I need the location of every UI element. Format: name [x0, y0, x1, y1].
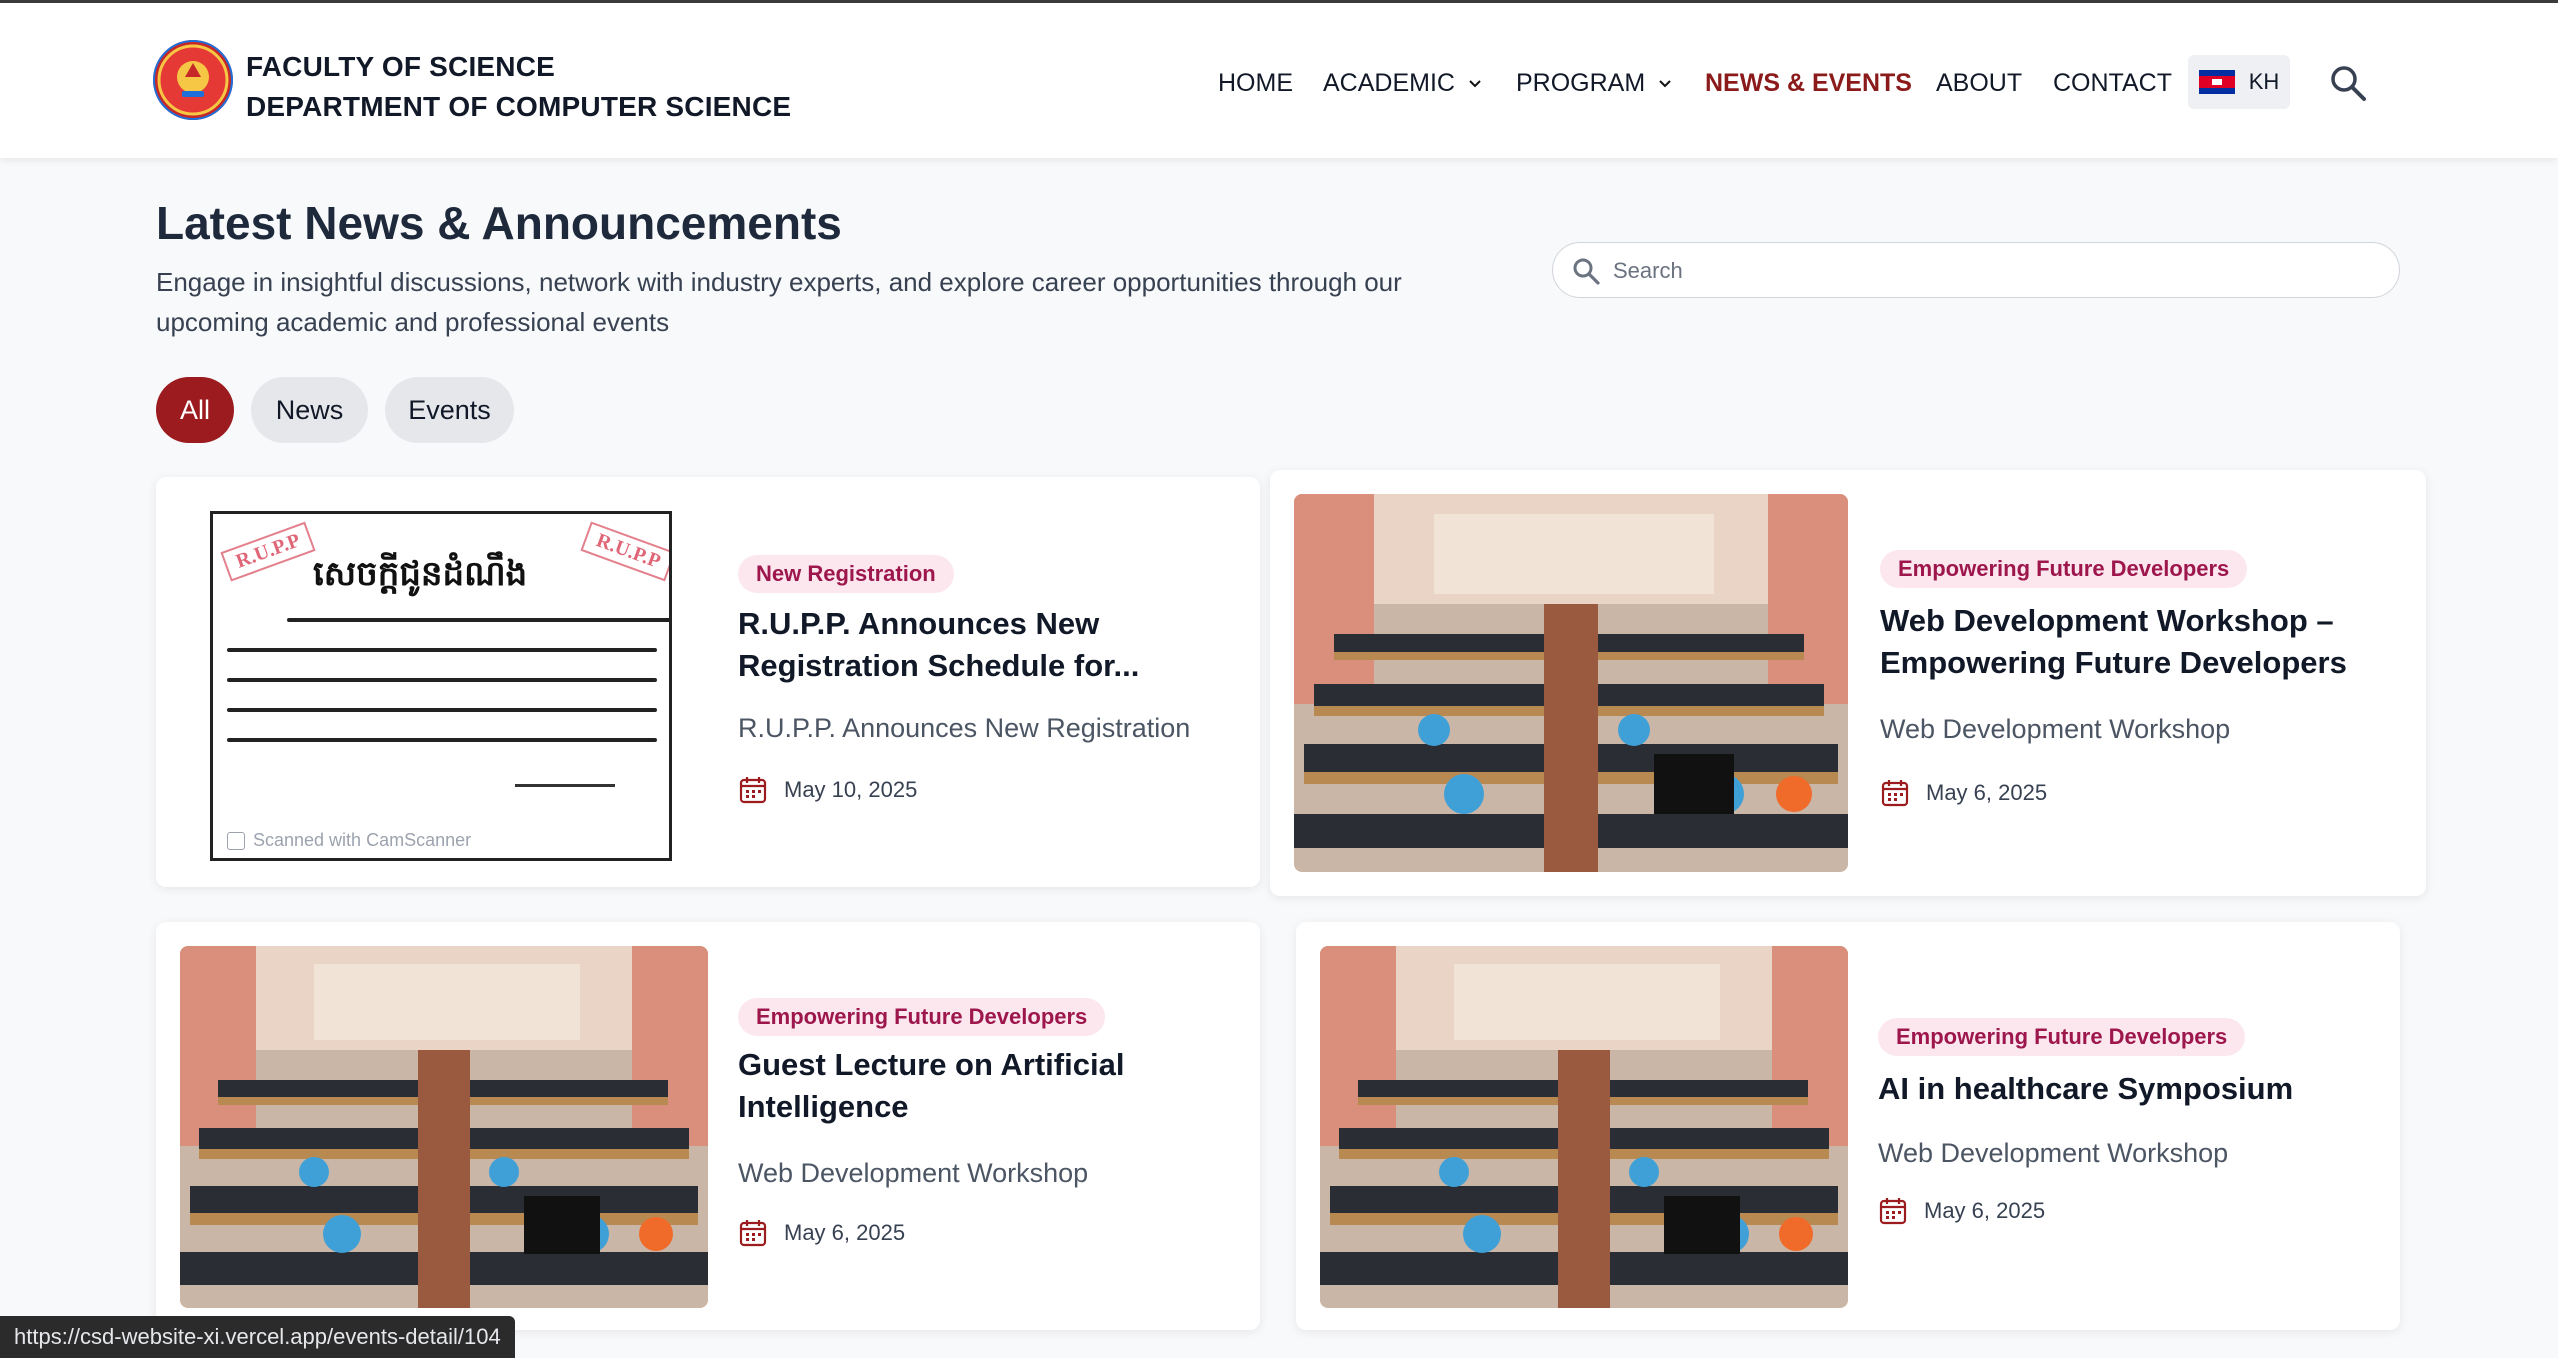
filter-news-label: News [275, 394, 344, 425]
camscanner-text: Scanned with CamScanner [253, 830, 472, 850]
nav-contact[interactable]: CONTACT [2053, 61, 2172, 105]
news-card[interactable]: Empowering Future Developers Guest Lectu… [156, 922, 1260, 1330]
nav-academic-label: ACADEMIC [1323, 69, 1455, 97]
filter-all[interactable]: All [156, 377, 234, 443]
news-card[interactable]: Empowering Future Developers AI in healt… [1296, 922, 2400, 1330]
site-header: FACULTY OF SCIENCE DEPARTMENT OF COMPUTE… [0, 0, 2558, 158]
card-title[interactable]: AI in healthcare Symposium [1878, 1068, 2358, 1110]
page-subtitle: Engage in insightful discussions, networ… [156, 267, 1402, 337]
card-description: R.U.P.P. Announces New Registration [738, 713, 1191, 743]
notice-text-lines [227, 618, 669, 768]
card-description: Web Development Workshop [1878, 1138, 2229, 1168]
calendar-icon [1879, 1198, 1907, 1225]
nav-about-label: ABOUT [1936, 69, 2023, 97]
nav-home[interactable]: HOME [1218, 61, 1293, 105]
card-date-text: May 6, 2025 [1926, 780, 2048, 805]
computer-lab-photo [180, 946, 708, 1308]
chevron-down-icon [1659, 80, 1671, 88]
news-search[interactable] [1552, 242, 2400, 298]
card-date-text: May 6, 2025 [784, 1220, 906, 1245]
news-card[interactable]: R.U.P.P R.U.P.P សេចក្តីជូនដំណឹង Scanned … [156, 477, 1260, 887]
card-image[interactable] [1320, 946, 1848, 1308]
card-date: May 6, 2025 [1878, 1196, 2045, 1226]
card-tag: New Registration [738, 555, 954, 593]
page-title: Latest News & Announcements [156, 197, 842, 249]
card-title[interactable]: Web Development Workshop – Empowering Fu… [1880, 600, 2380, 684]
search-input[interactable] [1613, 251, 2373, 291]
nav-about[interactable]: ABOUT [1936, 61, 2022, 105]
brand-title[interactable]: FACULTY OF SCIENCE DEPARTMENT OF COMPUTE… [246, 47, 791, 127]
card-date: May 6, 2025 [1880, 778, 2047, 808]
camscanner-watermark: Scanned with CamScanner [227, 830, 471, 851]
filter-all-label: All [179, 394, 210, 425]
stamp-right: R.U.P.P [580, 521, 669, 582]
cambodia-flag-icon [2198, 70, 2235, 94]
card-date: May 10, 2025 [738, 775, 917, 805]
brand-line-1: FACULTY OF SCIENCE [246, 51, 556, 82]
filter-events[interactable]: Events [385, 377, 514, 443]
nav-home-label: HOME [1218, 69, 1293, 97]
card-date-text: May 6, 2025 [1924, 1198, 2046, 1223]
faculty-logo-icon[interactable] [152, 39, 234, 121]
filter-events-label: Events [408, 394, 491, 425]
nav-program-label: PROGRAM [1516, 69, 1646, 97]
card-image[interactable] [180, 946, 708, 1308]
computer-lab-photo [1320, 946, 1848, 1308]
language-label: KH [2248, 69, 2280, 94]
nav-academic[interactable]: ACADEMIC [1323, 61, 1483, 105]
card-tag: Empowering Future Developers [1880, 550, 2248, 588]
card-date-text: May 10, 2025 [784, 777, 918, 802]
search-icon [1573, 258, 1600, 285]
nav-contact-label: CONTACT [2053, 69, 2172, 97]
language-switcher[interactable]: KH [2188, 55, 2290, 109]
card-image[interactable] [1294, 494, 1848, 872]
search-icon[interactable] [2326, 61, 2370, 105]
nav-news-events[interactable]: NEWS & EVENTS [1705, 61, 1912, 105]
stamp-left: R.U.P.P [220, 521, 317, 582]
brand-line-2: DEPARTMENT OF COMPUTER SCIENCE [246, 91, 792, 122]
card-title[interactable]: R.U.P.P. Announces New Registration Sche… [738, 603, 1218, 687]
card-description: Web Development Workshop [738, 1158, 1089, 1188]
notice-signature [515, 784, 615, 787]
card-tag: Empowering Future Developers [1878, 1018, 2246, 1056]
chevron-down-icon [1469, 80, 1481, 88]
filter-news[interactable]: News [251, 377, 368, 443]
card-description: Web Development Workshop [1880, 714, 2231, 744]
computer-lab-photo [1294, 494, 1848, 872]
notice-heading: សេចក្តីជូនដំណឹង [313, 554, 528, 594]
news-card[interactable]: Empowering Future Developers Web Develop… [1270, 470, 2426, 896]
nav-program[interactable]: PROGRAM [1516, 61, 1673, 105]
camscanner-icon [227, 831, 245, 850]
card-title[interactable]: Guest Lecture on Artificial Intelligence [738, 1044, 1198, 1128]
card-date: May 6, 2025 [738, 1218, 905, 1248]
calendar-icon [739, 777, 767, 804]
calendar-icon [739, 1220, 767, 1247]
nav-news-events-label: NEWS & EVENTS [1705, 69, 1912, 97]
calendar-icon [1881, 780, 1909, 807]
status-bar-url: https://csd-website-xi.vercel.app/events… [0, 1316, 515, 1358]
card-tag: Empowering Future Developers [738, 998, 1106, 1036]
card-image[interactable]: R.U.P.P R.U.P.P សេចក្តីជូនដំណឹង Scanned … [210, 511, 672, 861]
